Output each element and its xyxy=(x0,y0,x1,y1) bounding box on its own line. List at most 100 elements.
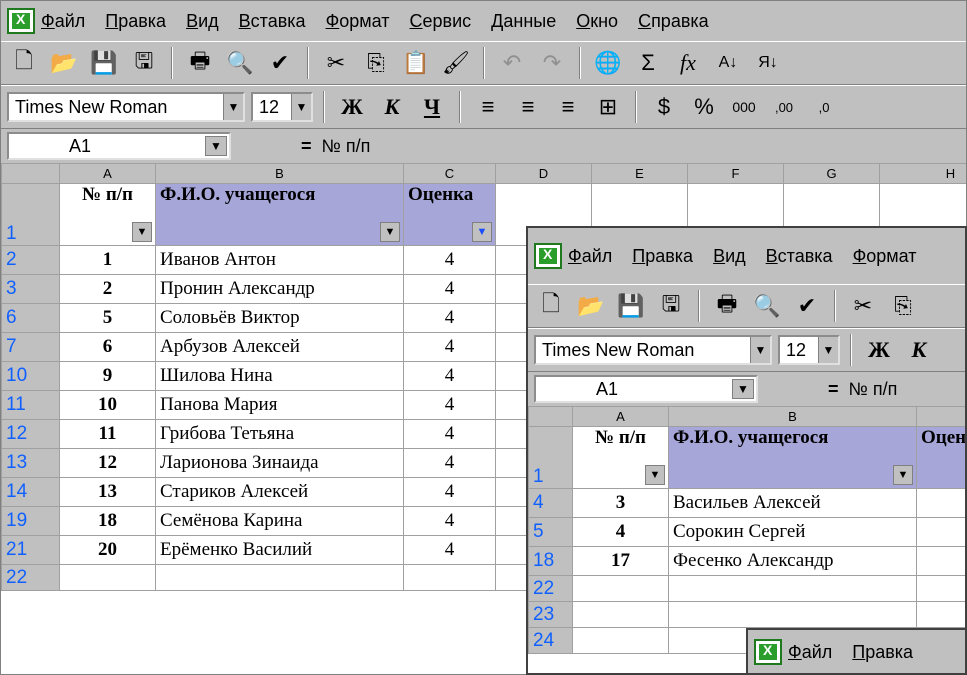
empty-cell[interactable] xyxy=(403,564,496,591)
row-header[interactable]: 22 xyxy=(528,575,573,602)
font-size-select[interactable]: 12 ▼ xyxy=(251,92,313,122)
header-cell-number[interactable]: № п/п ▼ xyxy=(572,426,669,489)
excel-app-icon[interactable] xyxy=(534,243,562,269)
cell-number[interactable]: 2 xyxy=(59,274,156,304)
align-center-icon[interactable]: ≡ xyxy=(511,91,545,123)
row-header[interactable]: 13 xyxy=(1,448,60,478)
spelling-icon[interactable]: ✔ xyxy=(790,290,824,322)
cell-student-name[interactable]: Сорокин Сергей xyxy=(668,517,917,547)
underline-button[interactable]: Ч xyxy=(415,91,449,123)
menu-data[interactable]: Данные xyxy=(491,11,556,32)
undo-icon[interactable]: ↶ xyxy=(495,47,529,79)
bold-button[interactable]: Ж xyxy=(335,91,369,123)
autofilter-dropdown-icon[interactable]: ▼ xyxy=(380,222,400,242)
header-cell-name[interactable]: Ф.И.О. учащегося ▼ xyxy=(668,426,917,489)
column-header-c[interactable]: C xyxy=(916,406,965,427)
font-name-select[interactable]: Times New Roman ▼ xyxy=(7,92,245,122)
header-cell-grade[interactable]: Оценка ▼ xyxy=(403,183,496,246)
cell-number[interactable]: 20 xyxy=(59,535,156,565)
column-header-b[interactable]: B xyxy=(155,163,404,184)
header-cell-name[interactable]: Ф.И.О. учащегося ▼ xyxy=(155,183,404,246)
empty-cell[interactable] xyxy=(572,627,669,654)
cell-grade[interactable]: 3 xyxy=(916,546,965,576)
print-icon[interactable]: 🖶 xyxy=(710,290,744,322)
autofilter-dropdown-icon[interactable]: ▼ xyxy=(893,465,913,485)
row-header[interactable]: 1 xyxy=(528,426,573,489)
cell-student-name[interactable]: Грибова Тетьяна xyxy=(155,419,404,449)
merge-center-icon[interactable]: ⊞ xyxy=(591,91,625,123)
cell-number[interactable]: 6 xyxy=(59,332,156,362)
cell-grade[interactable]: 4 xyxy=(403,245,496,275)
new-document-icon[interactable]: 🗋 xyxy=(534,290,568,322)
cell-student-name[interactable]: Соловьёв Виктор xyxy=(155,303,404,333)
cut-icon[interactable]: ✂ xyxy=(319,47,353,79)
increase-decimal-icon[interactable]: ,00 xyxy=(767,91,801,123)
new-document-icon[interactable]: 🗋 xyxy=(7,47,41,79)
cell-student-name[interactable]: Иванов Антон xyxy=(155,245,404,275)
cell-grade[interactable]: 4 xyxy=(403,390,496,420)
cell-number[interactable]: 11 xyxy=(59,419,156,449)
cell-student-name[interactable]: Арбузов Алексей xyxy=(155,332,404,362)
currency-icon[interactable]: $ xyxy=(647,91,681,123)
row-header[interactable]: 22 xyxy=(1,564,60,591)
cell-number[interactable]: 5 xyxy=(59,303,156,333)
name-box[interactable]: A1 ▼ xyxy=(7,132,231,160)
copy-icon[interactable]: ⎘ xyxy=(359,47,393,79)
column-header-c[interactable]: C xyxy=(403,163,496,184)
cell-grade[interactable]: 4 xyxy=(403,477,496,507)
bold-button[interactable]: Ж xyxy=(862,334,896,366)
function-icon[interactable]: fx xyxy=(671,47,705,79)
empty-cell[interactable] xyxy=(916,575,965,602)
menu-view[interactable]: Вид xyxy=(713,246,746,267)
column-header-g[interactable]: G xyxy=(783,163,880,184)
empty-cell[interactable] xyxy=(668,601,917,628)
row-header[interactable]: 5 xyxy=(528,517,573,547)
column-header-f[interactable]: F xyxy=(687,163,784,184)
autofilter-dropdown-icon[interactable]: ▼ xyxy=(645,465,665,485)
row-header[interactable]: 1 xyxy=(1,183,60,246)
empty-cell[interactable] xyxy=(59,564,156,591)
cell-student-name[interactable]: Панова Мария xyxy=(155,390,404,420)
menu-format[interactable]: Формат xyxy=(326,11,390,32)
menu-edit[interactable]: Правка xyxy=(852,642,913,663)
cell-number[interactable]: 3 xyxy=(572,488,669,518)
cell-student-name[interactable]: Стариков Алексей xyxy=(155,477,404,507)
menu-insert[interactable]: Вставка xyxy=(766,246,833,267)
row-header[interactable]: 11 xyxy=(1,390,60,420)
thousands-separator-icon[interactable]: 000 xyxy=(727,91,761,123)
chevron-down-icon[interactable]: ▼ xyxy=(818,337,838,363)
row-header[interactable]: 23 xyxy=(528,601,573,628)
select-all-corner[interactable] xyxy=(1,163,60,184)
cell-number[interactable]: 12 xyxy=(59,448,156,478)
empty-cell[interactable] xyxy=(668,575,917,602)
menu-tools[interactable]: Сервис xyxy=(410,11,472,32)
cell-student-name[interactable]: Ларионова Зинаида xyxy=(155,448,404,478)
menu-file[interactable]: Файл xyxy=(41,11,85,32)
empty-cell[interactable] xyxy=(916,601,965,628)
chevron-down-icon[interactable]: ▼ xyxy=(291,94,311,120)
row-header[interactable]: 19 xyxy=(1,506,60,536)
row-header[interactable]: 7 xyxy=(1,332,60,362)
cell-grade[interactable]: 4 xyxy=(403,361,496,391)
cell-grade[interactable]: 4 xyxy=(403,332,496,362)
row-header[interactable]: 12 xyxy=(1,419,60,449)
sort-ascending-icon[interactable]: A↓ xyxy=(711,47,745,79)
redo-icon[interactable]: ↷ xyxy=(535,47,569,79)
decrease-decimal-icon[interactable]: ,0 xyxy=(807,91,841,123)
name-box[interactable]: A1 ▼ xyxy=(534,375,758,403)
paste-icon[interactable]: 📋 xyxy=(399,47,433,79)
row-header[interactable]: 18 xyxy=(528,546,573,576)
cell-grade[interactable]: 3 xyxy=(916,488,965,518)
cell-grade[interactable]: 4 xyxy=(403,535,496,565)
column-header-e[interactable]: E xyxy=(591,163,688,184)
column-header-a[interactable]: A xyxy=(59,163,156,184)
excel-app-icon[interactable] xyxy=(754,639,782,665)
chevron-down-icon[interactable]: ▼ xyxy=(205,136,227,156)
menu-file[interactable]: Файл xyxy=(568,246,612,267)
chevron-down-icon[interactable]: ▼ xyxy=(223,94,243,120)
chevron-down-icon[interactable]: ▼ xyxy=(750,337,770,363)
autofilter-dropdown-icon[interactable]: ▼ xyxy=(132,222,152,242)
cell-number[interactable]: 18 xyxy=(59,506,156,536)
formula-content[interactable]: № п/п xyxy=(322,136,371,157)
cell-number[interactable]: 1 xyxy=(59,245,156,275)
